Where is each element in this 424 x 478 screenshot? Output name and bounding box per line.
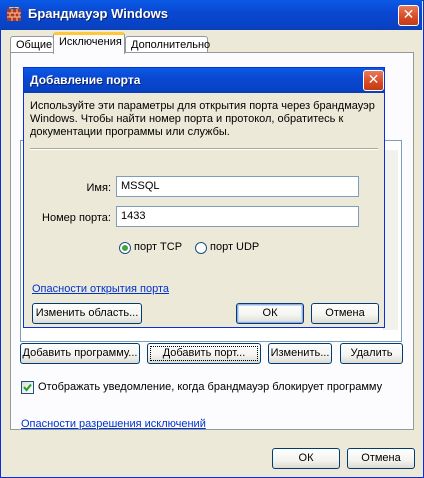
port-number-input-value: 1433 xyxy=(121,210,146,222)
dialog-title: Добавление порта xyxy=(30,73,141,87)
dialog-cancel-button[interactable]: Отмена xyxy=(311,303,379,324)
radio-selected-dot xyxy=(122,245,128,251)
dialog-close-button[interactable]: ✕ xyxy=(363,70,384,91)
edit-button[interactable]: Изменить... xyxy=(268,343,332,364)
cancel-button[interactable]: Отмена xyxy=(347,448,415,469)
exception-risks-link[interactable]: Опасности разрешения исключений xyxy=(21,418,206,430)
name-label: Имя: xyxy=(86,182,111,194)
dialog-titlebar[interactable]: Добавление порта ✕ xyxy=(24,68,384,93)
tab-exceptions[interactable]: Исключения xyxy=(53,32,125,54)
name-input[interactable]: MSSQL xyxy=(116,176,359,197)
name-input-value: MSSQL xyxy=(121,180,160,192)
add-program-button[interactable]: Добавить программу... xyxy=(20,343,140,364)
tcp-radio-label[interactable]: порт TCP xyxy=(134,241,182,253)
dialog-description: Используйте эти параметры для открытия п… xyxy=(30,100,375,138)
window-title: Брандмауэр Windows xyxy=(28,6,169,21)
tab-advanced-label: Дополнительно xyxy=(131,39,211,51)
add-port-button[interactable]: Добавить порт... xyxy=(147,343,261,364)
port-number-label: Номер порта: xyxy=(42,212,111,224)
dialog-separator xyxy=(30,148,378,150)
tab-exceptions-label: Исключения xyxy=(59,36,122,48)
programs-list-scrollbar[interactable] xyxy=(383,150,398,330)
close-icon: ✕ xyxy=(367,72,380,88)
window-close-button[interactable]: ✕ xyxy=(398,5,419,26)
open-port-risks-link[interactable]: Опасности открытия порта xyxy=(32,283,169,295)
delete-button[interactable]: Удалить xyxy=(340,343,403,364)
window-titlebar[interactable]: Брандмауэр Windows ✕ xyxy=(0,0,422,30)
notify-checkbox[interactable] xyxy=(21,381,34,394)
notify-checkbox-label[interactable]: Отображать уведомление, когда брандмауэр… xyxy=(38,381,382,393)
add-port-dialog: Добавление порта ✕ Используйте эти парам… xyxy=(23,67,385,328)
udp-radio[interactable] xyxy=(195,242,207,254)
check-mark-icon xyxy=(23,383,32,392)
udp-radio-label[interactable]: порт UDP xyxy=(210,241,259,253)
port-number-input[interactable]: 1433 xyxy=(116,206,359,227)
firewall-brick-icon xyxy=(6,6,22,23)
tcp-radio[interactable] xyxy=(119,242,131,254)
ok-button[interactable]: ОК xyxy=(272,448,340,469)
dialog-ok-button[interactable]: ОК xyxy=(236,303,304,324)
close-icon: ✕ xyxy=(402,7,415,23)
change-scope-button[interactable]: Изменить область... xyxy=(32,303,142,324)
tab-general-label: Общие xyxy=(16,39,53,51)
